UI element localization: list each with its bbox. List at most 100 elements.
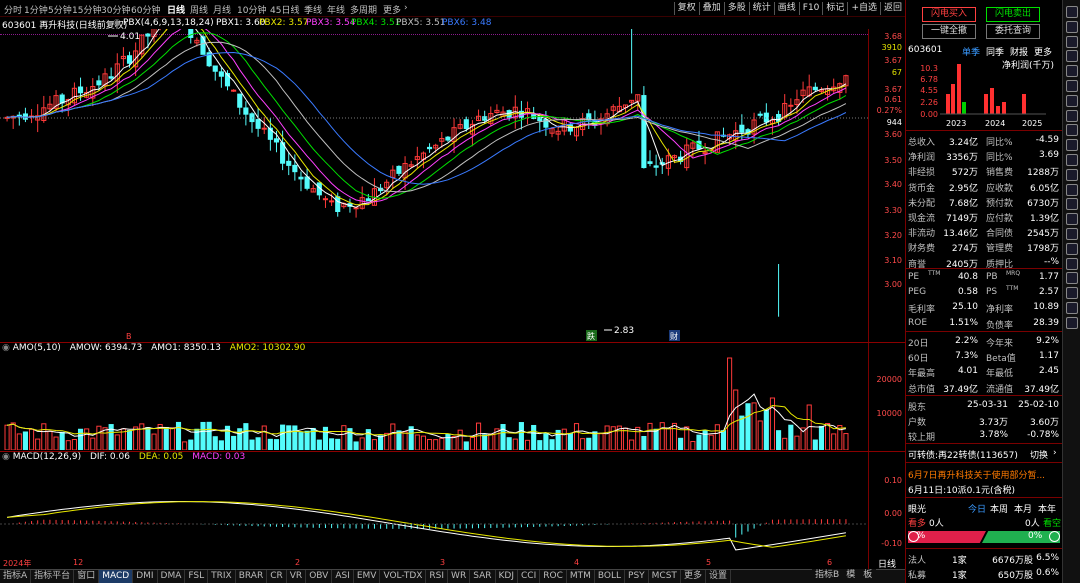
stats-button[interactable]: 统计: [748, 2, 774, 15]
settings-icon[interactable]: ◉: [113, 18, 121, 28]
add-watchlist-button[interactable]: +自选: [847, 2, 880, 15]
fs2-icon[interactable]: [1066, 316, 1078, 329]
candlestick-chart[interactable]: 4.01 2.83 B 跌 财: [0, 29, 868, 342]
calc-icon[interactable]: [1066, 94, 1078, 107]
board-tab[interactable]: 板: [859, 569, 876, 582]
minus-icon[interactable]: [1066, 6, 1078, 18]
settings-icon[interactable]: ◉: [2, 452, 10, 462]
indicator-tab[interactable]: 设置: [706, 570, 731, 583]
overlay-button[interactable]: 叠加: [698, 2, 724, 15]
fs-icon[interactable]: [1066, 302, 1078, 314]
price-tick: 3.60: [884, 130, 902, 139]
settings-icon[interactable]: ◉: [2, 343, 10, 353]
val-value: 25.10: [952, 302, 978, 313]
indicator-tab[interactable]: DMA: [158, 570, 186, 583]
layers-icon[interactable]: [1066, 198, 1078, 211]
tf-item[interactable]: 5分钟: [48, 3, 72, 16]
tf-item[interactable]: 1分钟: [24, 3, 48, 16]
list-icon[interactable]: [1066, 35, 1078, 48]
back-button[interactable]: 返回: [879, 2, 905, 15]
indicator-tab[interactable]: EMV: [354, 570, 381, 583]
tf-item[interactable]: 分时: [4, 3, 22, 16]
tf-item[interactable]: 多周期: [350, 3, 377, 16]
macd-chart[interactable]: [0, 464, 868, 557]
indicator-tab[interactable]: RSI: [426, 570, 449, 583]
indicator-tab[interactable]: ASI: [332, 570, 354, 583]
indicator-tab[interactable]: BOLL: [595, 570, 626, 583]
indicator-tab[interactable]: SAR: [470, 570, 496, 583]
tf-item[interactable]: 年线: [327, 3, 345, 16]
indicator-tab[interactable]: MCST: [649, 570, 681, 583]
tf-item[interactable]: 15分钟: [72, 3, 101, 16]
indicator-b-tab[interactable]: 指标B: [812, 569, 842, 582]
tf-item[interactable]: 季线: [304, 3, 322, 16]
bars-icon[interactable]: [1066, 124, 1078, 137]
order-query-button[interactable]: 委托查询: [986, 24, 1040, 39]
indicator-tab[interactable]: PSY: [625, 570, 649, 583]
flash-sell-button[interactable]: 闪电卖出: [986, 7, 1040, 22]
indicator-tab[interactable]: BRAR: [236, 570, 268, 583]
star-icon[interactable]: [1066, 80, 1078, 92]
indicator-tab[interactable]: KDJ: [496, 570, 518, 583]
indicator-tab[interactable]: 更多: [681, 570, 706, 583]
chevron-right-icon[interactable]: ›: [1053, 448, 1057, 458]
flag-icon[interactable]: [1066, 154, 1078, 166]
rsi-icon[interactable]: [1066, 272, 1078, 285]
amo-chart[interactable]: [0, 355, 868, 450]
indicator-tab[interactable]: TRIX: [208, 570, 236, 583]
indicator-tab[interactable]: CCI: [518, 570, 541, 583]
indicator-tab[interactable]: VR: [287, 570, 307, 583]
grid-icon[interactable]: [1066, 20, 1078, 33]
globe-icon[interactable]: [1066, 228, 1078, 240]
indicator-tab[interactable]: WR: [448, 570, 471, 583]
tf-item[interactable]: 10分钟: [237, 3, 266, 16]
val-value: 1.77: [1038, 272, 1059, 282]
pie-icon[interactable]: [1066, 242, 1078, 255]
bond-switch-link[interactable]: 切换: [1030, 448, 1048, 461]
news-headline[interactable]: 6月7日再升科技关于使用部分暂...: [908, 468, 1045, 481]
tf-item[interactable]: 45日线: [270, 3, 299, 16]
candle-body: [445, 136, 451, 141]
indicator-tab[interactable]: DMI: [133, 570, 158, 583]
pencil-icon[interactable]: [1066, 65, 1078, 78]
f10-button[interactable]: F10: [798, 2, 823, 15]
chart-line-icon[interactable]: [1066, 109, 1078, 122]
indicator-tab[interactable]: ROC: [540, 570, 567, 583]
table-icon[interactable]: [1066, 139, 1078, 152]
indicator-tab[interactable]: MTM: [567, 570, 595, 583]
indicator-tab-active[interactable]: MACD: [99, 570, 134, 583]
tf-item[interactable]: 30分钟: [101, 3, 130, 16]
indicator-tab[interactable]: OBV: [306, 570, 333, 583]
amo-bar: [641, 435, 647, 450]
multi-stock-button[interactable]: 多股: [723, 2, 749, 15]
tf-item-active[interactable]: 日线: [167, 3, 185, 16]
template-tab[interactable]: 模: [842, 569, 859, 582]
mark-button[interactable]: 标记: [822, 2, 847, 15]
tf-item[interactable]: 月线: [213, 3, 231, 16]
chart-icon[interactable]: [1066, 50, 1078, 63]
tf-item[interactable]: 周线: [190, 3, 208, 16]
box-icon[interactable]: [1066, 183, 1078, 196]
tf-item[interactable]: 60分钟: [131, 3, 160, 16]
indicator-tab[interactable]: 指标A: [0, 570, 32, 583]
trend-icon[interactable]: [1066, 287, 1078, 300]
indicator-tab[interactable]: FSL: [185, 570, 209, 583]
indicator-tab[interactable]: 窗口: [74, 570, 100, 583]
bull-dot-icon: [908, 531, 919, 542]
flash-buy-button[interactable]: 闪电买入: [922, 7, 976, 22]
cube-icon[interactable]: [1066, 213, 1078, 226]
fuquan-button[interactable]: 复权: [673, 2, 699, 15]
profit-years: 2023 2024 2025: [906, 119, 1063, 129]
bell-icon[interactable]: [1066, 168, 1078, 181]
amo-bar: [488, 433, 494, 450]
period-label[interactable]: 日线: [868, 557, 905, 570]
convertible-bond[interactable]: 可转债:再22转债(113657): [908, 448, 1018, 461]
indicator-tab[interactable]: 指标平台: [31, 570, 75, 583]
draw-button[interactable]: 画线: [773, 2, 799, 15]
tf-item[interactable]: 更多: [383, 3, 401, 16]
doc-icon[interactable]: [1066, 257, 1078, 270]
indicator-tab[interactable]: VOL-TDX: [380, 570, 427, 583]
cancel-all-button[interactable]: 一键全撤: [922, 24, 976, 39]
candle-body: [653, 165, 659, 168]
indicator-tab[interactable]: CR: [267, 570, 287, 583]
